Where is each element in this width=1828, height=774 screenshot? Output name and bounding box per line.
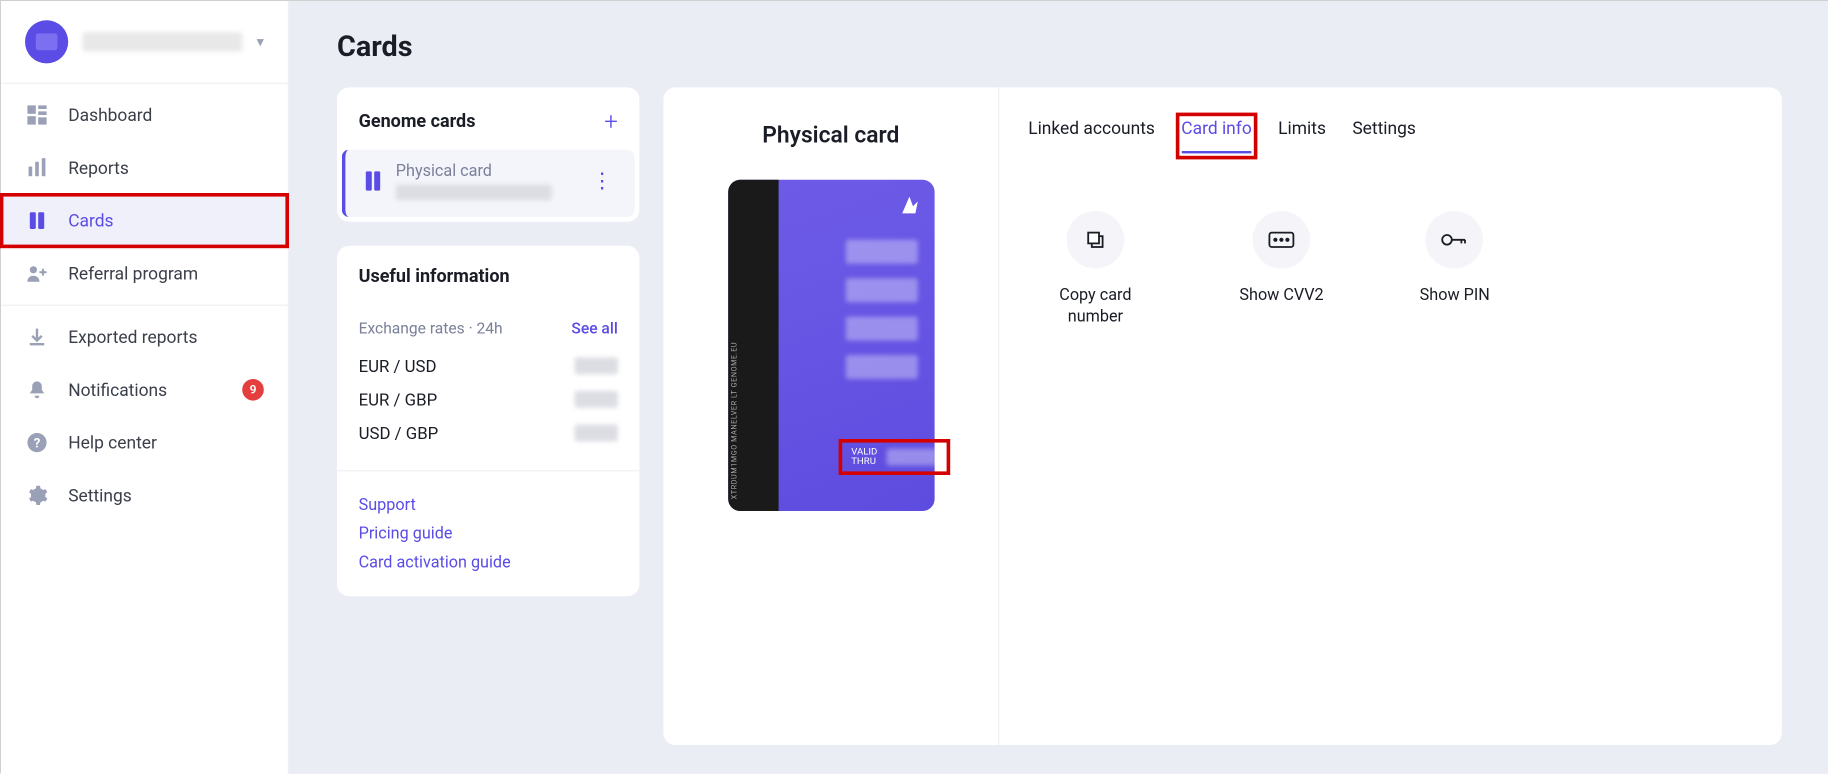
genome-cards-title: Genome cards: [359, 110, 476, 132]
rate-row: USD / GBP: [359, 417, 618, 451]
sidebar: ▾ Dashboard Reports Cards Referral progr…: [1, 1, 289, 774]
tab-card-info-highlight: Card info: [1175, 113, 1257, 160]
bell-icon: [25, 378, 49, 402]
cards-icon: [25, 209, 49, 233]
nav-notifications[interactable]: Notifications 9: [1, 363, 288, 416]
nav-label: Exported reports: [68, 327, 197, 347]
card-list-item[interactable]: Physical card ⋮: [342, 150, 635, 217]
dashboard-icon: [25, 103, 49, 127]
cvv-icon: [1253, 211, 1311, 269]
card-number-blurred: [396, 185, 552, 201]
copy-card-number-button[interactable]: Copy card number: [1047, 211, 1143, 328]
user-menu[interactable]: ▾: [1, 1, 288, 84]
valid-thru-value-blurred: [887, 449, 937, 466]
chevron-down-icon: ▾: [257, 33, 264, 50]
card-logo-icon: [898, 194, 920, 220]
rate-row: EUR / USD: [359, 350, 618, 384]
card-tabs: Linked accounts Card info Limits Setting…: [1023, 87, 1757, 153]
card-detail-title: Physical card: [762, 121, 899, 149]
nav-referral[interactable]: Referral program: [1, 247, 288, 300]
page-title: Cards: [337, 30, 1782, 64]
rate-pair: EUR / GBP: [359, 391, 438, 410]
rate-value-blurred: [575, 357, 618, 374]
nav-help-center[interactable]: ? Help center: [1, 416, 288, 469]
card-menu-button[interactable]: ⋮: [587, 168, 618, 193]
nav-label: Referral program: [68, 263, 198, 283]
tab-limits[interactable]: Limits: [1278, 119, 1326, 151]
see-all-link[interactable]: See all: [571, 320, 617, 338]
rate-row: EUR / GBP: [359, 384, 618, 418]
nav-settings[interactable]: Settings: [1, 469, 288, 522]
svg-text:?: ?: [34, 436, 41, 451]
card-side-text: XTRDUM1MGO MANELVER LT GENOME.EU: [730, 341, 738, 499]
card-icon: [362, 170, 384, 192]
nav-label: Reports: [68, 158, 129, 178]
key-icon: [1426, 211, 1484, 269]
tab-card-info[interactable]: Card info: [1181, 119, 1251, 154]
card-type-label: Physical card: [396, 162, 575, 181]
show-cvv-button[interactable]: Show CVV2: [1239, 211, 1323, 328]
card-number-segment-blurred: [845, 278, 917, 302]
card-actions: Copy card number Show CVV2 Show PIN: [1023, 153, 1757, 385]
card-detail-panel: Physical card XTRDUM1MGO MANELVER LT GEN…: [663, 87, 1781, 745]
show-pin-button[interactable]: Show PIN: [1420, 211, 1490, 328]
valid-thru-label: VALID THRU: [851, 447, 877, 466]
useful-info-panel: Useful information Exchange rates · 24h …: [337, 246, 639, 596]
rates-header: Exchange rates · 24h: [359, 320, 503, 338]
nav-exported-reports[interactable]: Exported reports: [1, 311, 288, 364]
action-label: Show CVV2: [1239, 285, 1323, 306]
referral-icon: [25, 261, 49, 285]
action-label: Copy card number: [1047, 285, 1143, 327]
user-name-blurred: [83, 32, 243, 51]
card-activation-link[interactable]: Card activation guide: [359, 548, 618, 577]
tab-linked-accounts[interactable]: Linked accounts: [1028, 119, 1155, 151]
pricing-guide-link[interactable]: Pricing guide: [359, 519, 618, 548]
reports-icon: [25, 156, 49, 180]
main-content: Cards Genome cards + Physical card ⋮: [289, 1, 1828, 774]
nav-label: Cards: [68, 210, 113, 230]
nav-label: Dashboard: [68, 105, 152, 125]
action-label: Show PIN: [1420, 285, 1490, 306]
rate-value-blurred: [575, 425, 618, 442]
genome-cards-panel: Genome cards + Physical card ⋮: [337, 87, 639, 221]
useful-info-title: Useful information: [359, 265, 510, 287]
nav-label: Notifications: [68, 380, 167, 400]
notifications-badge: 9: [242, 379, 264, 401]
card-number-segment-blurred: [845, 240, 917, 264]
nav-label: Settings: [68, 485, 132, 505]
download-icon: [25, 325, 49, 349]
nav-reports[interactable]: Reports: [1, 141, 288, 194]
nav-label: Help center: [68, 432, 157, 452]
nav-cards[interactable]: Cards: [1, 194, 288, 247]
gear-icon: [25, 483, 49, 507]
rate-pair: USD / GBP: [359, 425, 439, 444]
card-number-segment-blurred: [845, 355, 917, 379]
copy-icon: [1067, 211, 1125, 269]
primary-nav: Dashboard Reports Cards Referral program…: [1, 84, 288, 522]
nav-dashboard[interactable]: Dashboard: [1, 89, 288, 142]
valid-thru-highlight: VALID THRU: [838, 439, 951, 475]
card-number-segment-blurred: [845, 317, 917, 341]
avatar: [25, 20, 68, 63]
card-visual: XTRDUM1MGO MANELVER LT GENOME.EU: [728, 180, 934, 511]
add-card-button[interactable]: +: [604, 107, 618, 136]
tab-settings[interactable]: Settings: [1352, 119, 1416, 151]
rate-pair: EUR / USD: [359, 357, 437, 376]
rate-value-blurred: [575, 391, 618, 408]
support-link[interactable]: Support: [359, 491, 618, 520]
help-icon: ?: [25, 431, 49, 455]
